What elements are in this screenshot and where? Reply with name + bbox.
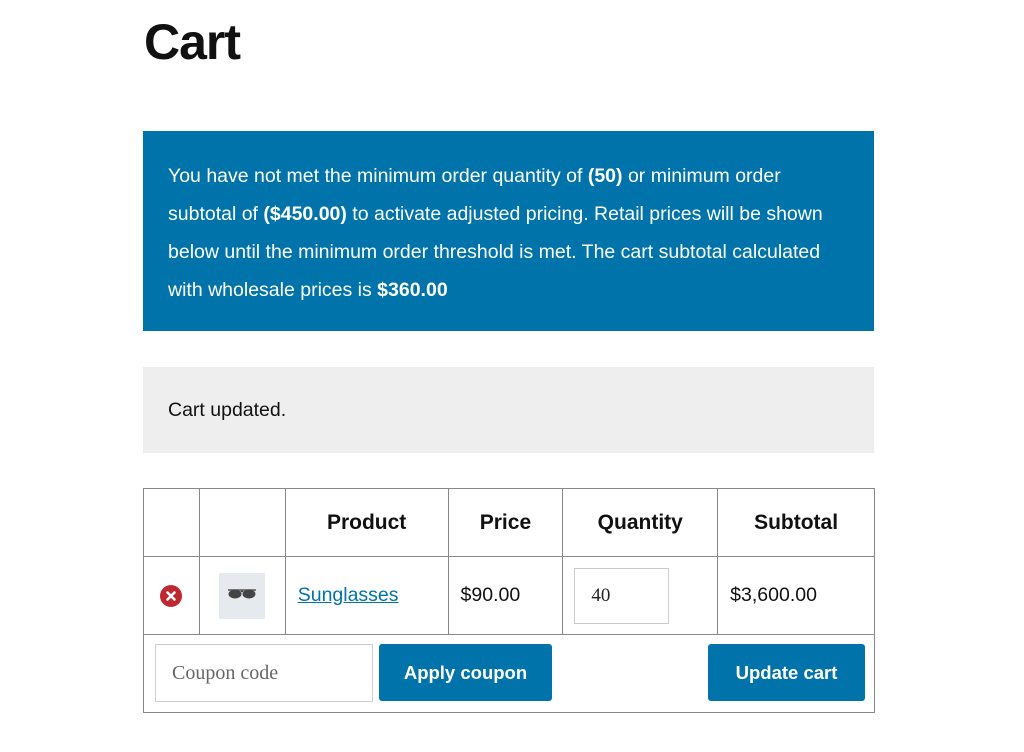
price-cell: $90.00 xyxy=(447,556,564,635)
table-row: Sunglasses $90.00 $3,600.00 xyxy=(143,556,875,635)
cart-page: Cart You have not met the minimum order … xyxy=(0,0,1024,752)
cart-updated-message: Cart updated. xyxy=(143,367,874,453)
notice-min-quantity: (50) xyxy=(587,165,623,187)
actions-row: Apply coupon Update cart xyxy=(143,634,875,713)
table-header-row: Product Price Quantity Subtotal xyxy=(143,488,875,557)
notice-min-subtotal: ($450.00) xyxy=(263,203,347,225)
product-thumbnail[interactable] xyxy=(219,572,266,619)
cart-table: Product Price Quantity Subtotal Sunglass… xyxy=(143,488,875,713)
header-subtotal: Subtotal xyxy=(717,488,875,557)
header-product: Product xyxy=(284,488,449,557)
product-price: $90.00 xyxy=(460,584,521,606)
minimum-order-notice: You have not met the minimum order quant… xyxy=(143,131,874,331)
coupon-code-input[interactable] xyxy=(155,644,373,702)
page-title: Cart xyxy=(144,14,241,70)
notice-text-part1: You have not met the minimum order quant… xyxy=(168,165,588,187)
quantity-input[interactable] xyxy=(574,567,670,624)
remove-cell xyxy=(143,556,200,635)
header-quantity: Quantity xyxy=(562,488,719,557)
product-subtotal: $3,600.00 xyxy=(730,584,817,606)
quantity-cell xyxy=(562,556,719,635)
header-thumbnail xyxy=(198,488,286,557)
product-link[interactable]: Sunglasses xyxy=(298,584,399,606)
sunglasses-icon xyxy=(228,588,257,598)
thumbnail-cell xyxy=(198,556,286,635)
header-price: Price xyxy=(447,488,564,557)
product-cell: Sunglasses xyxy=(284,556,449,635)
header-remove xyxy=(143,488,200,557)
cart-updated-text: Cart updated. xyxy=(168,399,287,421)
apply-coupon-button[interactable]: Apply coupon xyxy=(379,644,552,701)
subtotal-cell: $3,600.00 xyxy=(717,556,875,635)
update-cart-button[interactable]: Update cart xyxy=(708,644,865,701)
notice-wholesale-subtotal: $360.00 xyxy=(377,279,448,301)
remove-circle-x-icon[interactable] xyxy=(160,584,183,607)
actions-cell: Apply coupon Update cart xyxy=(143,634,875,713)
